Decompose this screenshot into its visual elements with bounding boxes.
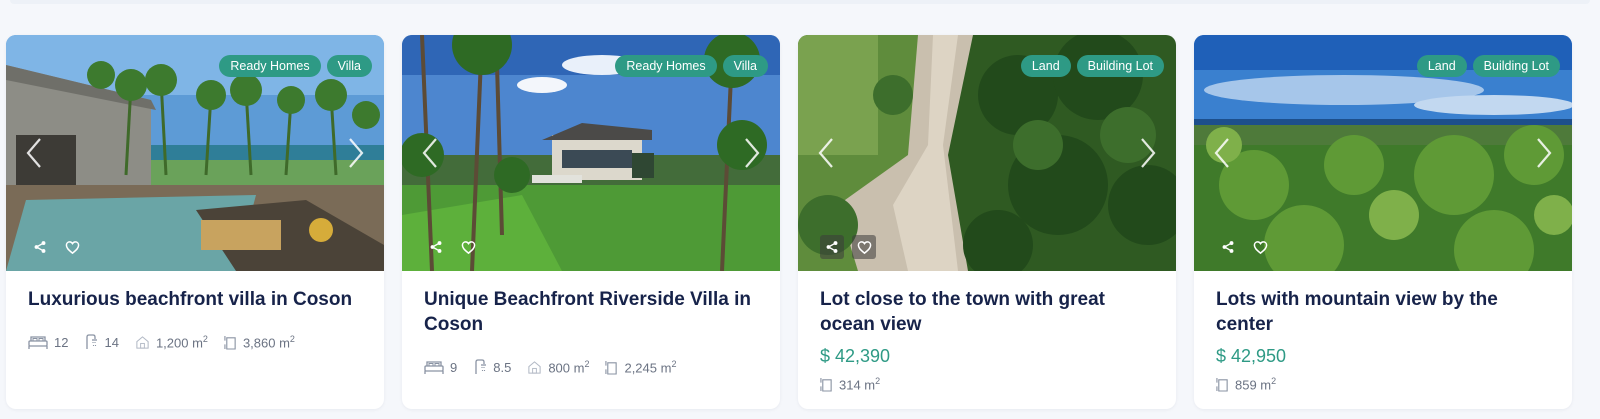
- share-icon: [429, 240, 443, 254]
- favorite-button[interactable]: [1248, 235, 1272, 259]
- property-photo-carousel[interactable]: Land Building Lot: [1194, 35, 1572, 271]
- heart-icon: [857, 240, 872, 255]
- baths-value: 8.5: [493, 359, 512, 375]
- feature-lot-area: 2,245 m2: [605, 359, 676, 375]
- share-button[interactable]: [424, 235, 448, 259]
- photo-actions: [820, 235, 876, 259]
- share-icon: [825, 240, 839, 254]
- lot-area-icon: [605, 360, 618, 375]
- chevron-right-icon[interactable]: [1534, 137, 1554, 169]
- property-photo-carousel[interactable]: Ready Homes Villa: [6, 35, 384, 271]
- feature-built-area: 800 m2: [527, 359, 589, 375]
- tag-type[interactable]: Building Lot: [1472, 55, 1560, 77]
- tag-category[interactable]: Ready Homes: [615, 55, 717, 77]
- property-title[interactable]: Lots with mountain view by the center: [1216, 287, 1554, 337]
- chevron-right-icon[interactable]: [742, 137, 762, 169]
- baths-value: 14: [104, 334, 119, 350]
- house-area-icon: [135, 335, 150, 350]
- property-card[interactable]: Land Building Lot Lot close to the town …: [798, 35, 1176, 409]
- favorite-button[interactable]: [60, 235, 84, 259]
- tag-category[interactable]: Ready Homes: [219, 55, 321, 77]
- house-area-icon: [527, 360, 542, 375]
- bed-icon: [424, 359, 444, 375]
- lot-area-value: 859 m: [1235, 377, 1272, 393]
- property-tags: Land Building Lot: [1020, 55, 1164, 77]
- feature-lot-area: 3,860 m2: [224, 334, 295, 350]
- photo-actions: [1216, 235, 1272, 259]
- beds-value: 12: [54, 334, 69, 350]
- property-title[interactable]: Luxurious beachfront villa in Coson: [28, 287, 366, 312]
- property-photo-carousel[interactable]: Ready Homes Villa: [402, 35, 780, 271]
- tag-category[interactable]: Land: [1020, 55, 1071, 77]
- chevron-left-icon[interactable]: [420, 137, 440, 169]
- tag-type[interactable]: Villa: [326, 55, 372, 77]
- share-icon: [1221, 240, 1235, 254]
- share-button[interactable]: [28, 235, 52, 259]
- share-icon: [33, 240, 47, 254]
- lot-area-icon: [1216, 377, 1229, 392]
- lot-area-value: 2,245 m: [624, 360, 672, 376]
- tag-category[interactable]: Land: [1416, 55, 1467, 77]
- built-area-value: 1,200 m: [155, 335, 203, 351]
- chevron-left-icon[interactable]: [816, 137, 836, 169]
- favorite-button[interactable]: [456, 235, 480, 259]
- tag-type[interactable]: Building Lot: [1076, 55, 1164, 77]
- feature-beds: 12: [28, 334, 68, 350]
- property-tags: Land Building Lot: [1416, 55, 1560, 77]
- shower-icon: [84, 334, 98, 350]
- tag-type[interactable]: Villa: [722, 55, 768, 77]
- heart-icon: [1253, 240, 1268, 255]
- property-features: 12 14 1,200 m2 3,860 m2: [28, 334, 366, 350]
- share-button[interactable]: [820, 235, 844, 259]
- feature-lot-area: 859 m2: [1216, 376, 1276, 392]
- feature-built-area: 1,200 m2: [135, 334, 208, 350]
- photo-actions: [28, 235, 84, 259]
- property-card[interactable]: Ready Homes Villa Unique Beachfront Rive…: [402, 35, 780, 409]
- bed-icon: [28, 334, 48, 350]
- feature-baths: 14: [84, 334, 119, 350]
- property-card[interactable]: Land Building Lot Lots with mountain vie…: [1194, 35, 1572, 409]
- photo-actions: [424, 235, 480, 259]
- property-features: 314 m2: [820, 376, 1158, 392]
- beds-value: 9: [450, 359, 458, 375]
- property-title[interactable]: Unique Beachfront Riverside Villa in Cos…: [424, 287, 762, 337]
- property-title[interactable]: Lot close to the town with great ocean v…: [820, 287, 1158, 337]
- heart-icon: [65, 240, 80, 255]
- feature-baths: 8.5: [473, 359, 511, 375]
- chevron-left-icon[interactable]: [1212, 137, 1232, 169]
- property-price: $ 42,390: [820, 346, 891, 366]
- share-button[interactable]: [1216, 235, 1240, 259]
- chevron-left-icon[interactable]: [24, 137, 44, 169]
- chevron-right-icon[interactable]: [1138, 137, 1158, 169]
- lot-area-icon: [224, 335, 237, 350]
- property-card[interactable]: Ready Homes Villa Luxurious beachfront v…: [6, 35, 384, 409]
- property-price: $ 42,950: [1216, 346, 1287, 366]
- heart-icon: [461, 240, 476, 255]
- shower-icon: [473, 359, 487, 375]
- property-tags: Ready Homes Villa: [219, 55, 372, 77]
- property-features: 9 8.5 800 m2 2,245 m2: [424, 359, 762, 375]
- lot-area-value: 314 m: [839, 377, 876, 393]
- feature-beds: 9: [424, 359, 457, 375]
- property-photo-carousel[interactable]: Land Building Lot: [798, 35, 1176, 271]
- favorite-button[interactable]: [852, 235, 876, 259]
- property-features: 859 m2: [1216, 376, 1554, 392]
- chevron-right-icon[interactable]: [346, 137, 366, 169]
- top-bar: [0, 0, 1600, 10]
- property-tags: Ready Homes Villa: [615, 55, 768, 77]
- lot-area-icon: [820, 377, 833, 392]
- built-area-value: 800 m: [548, 360, 585, 376]
- feature-lot-area: 314 m2: [820, 376, 880, 392]
- lot-area-value: 3,860 m: [242, 335, 290, 351]
